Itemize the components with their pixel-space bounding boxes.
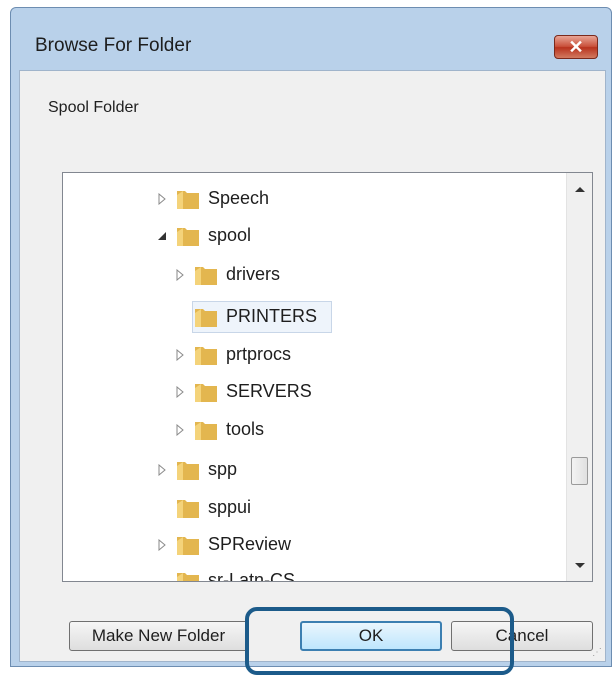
collapsed-arrow-icon[interactable] <box>156 193 168 205</box>
collapsed-arrow-icon[interactable] <box>156 539 168 551</box>
tree-item-label: Speech <box>208 188 270 208</box>
folder-tree[interactable]: Speech spool drivers PRINTERS prtprocs S… <box>62 172 593 582</box>
collapsed-arrow-icon[interactable] <box>174 269 186 281</box>
dialog-body: Spool Folder Speech spool drivers PRINTE… <box>19 70 606 675</box>
tree-item-label: prtprocs <box>226 344 292 364</box>
make-new-folder-button[interactable]: Make New Folder <box>69 621 248 651</box>
collapsed-arrow-icon[interactable] <box>174 386 186 398</box>
folder-icon <box>195 422 217 440</box>
collapsed-arrow-icon[interactable] <box>174 349 186 361</box>
folder-icon <box>195 347 217 365</box>
dialog-prompt: Spool Folder <box>48 99 139 116</box>
folder-icon <box>177 537 199 555</box>
vertical-scrollbar[interactable] <box>566 173 592 581</box>
tree-item-label: SERVERS <box>226 381 312 401</box>
scrollbar-thumb[interactable] <box>571 457 588 485</box>
tree-item-label: spool <box>208 225 252 245</box>
tree-item-label: PRINTERS <box>226 306 318 326</box>
annotation-highlight-box <box>245 607 514 675</box>
tree-item-label: tools <box>226 419 265 439</box>
close-icon: ✕ <box>568 37 584 57</box>
dialog-title: Browse For Folder <box>35 35 192 56</box>
scroll-down-arrow-icon[interactable] <box>567 552 592 578</box>
scroll-up-arrow-icon[interactable] <box>567 176 592 202</box>
folder-icon <box>177 191 199 209</box>
folder-icon <box>195 267 217 285</box>
tree-item-label: sr-Latn-CS <box>208 570 296 582</box>
tree-item-label: drivers <box>226 264 281 284</box>
tree-item-label: sppui <box>208 497 252 517</box>
folder-icon <box>177 228 199 246</box>
resize-grip-icon[interactable]: ⋰ <box>592 647 602 658</box>
folder-icon <box>177 573 199 581</box>
tree-item-label: SPReview <box>208 534 292 554</box>
folder-icon <box>177 500 199 518</box>
expanded-arrow-icon[interactable] <box>156 230 168 242</box>
collapsed-arrow-icon[interactable] <box>174 424 186 436</box>
collapsed-arrow-icon[interactable] <box>156 464 168 476</box>
folder-icon <box>177 462 199 480</box>
close-button[interactable]: ✕ <box>554 35 598 59</box>
folder-icon <box>195 384 217 402</box>
browse-for-folder-dialog: Browse For Folder ✕ Spool Folder Speech … <box>10 7 612 675</box>
tree-item-label: spp <box>208 459 238 479</box>
folder-icon <box>195 309 217 327</box>
